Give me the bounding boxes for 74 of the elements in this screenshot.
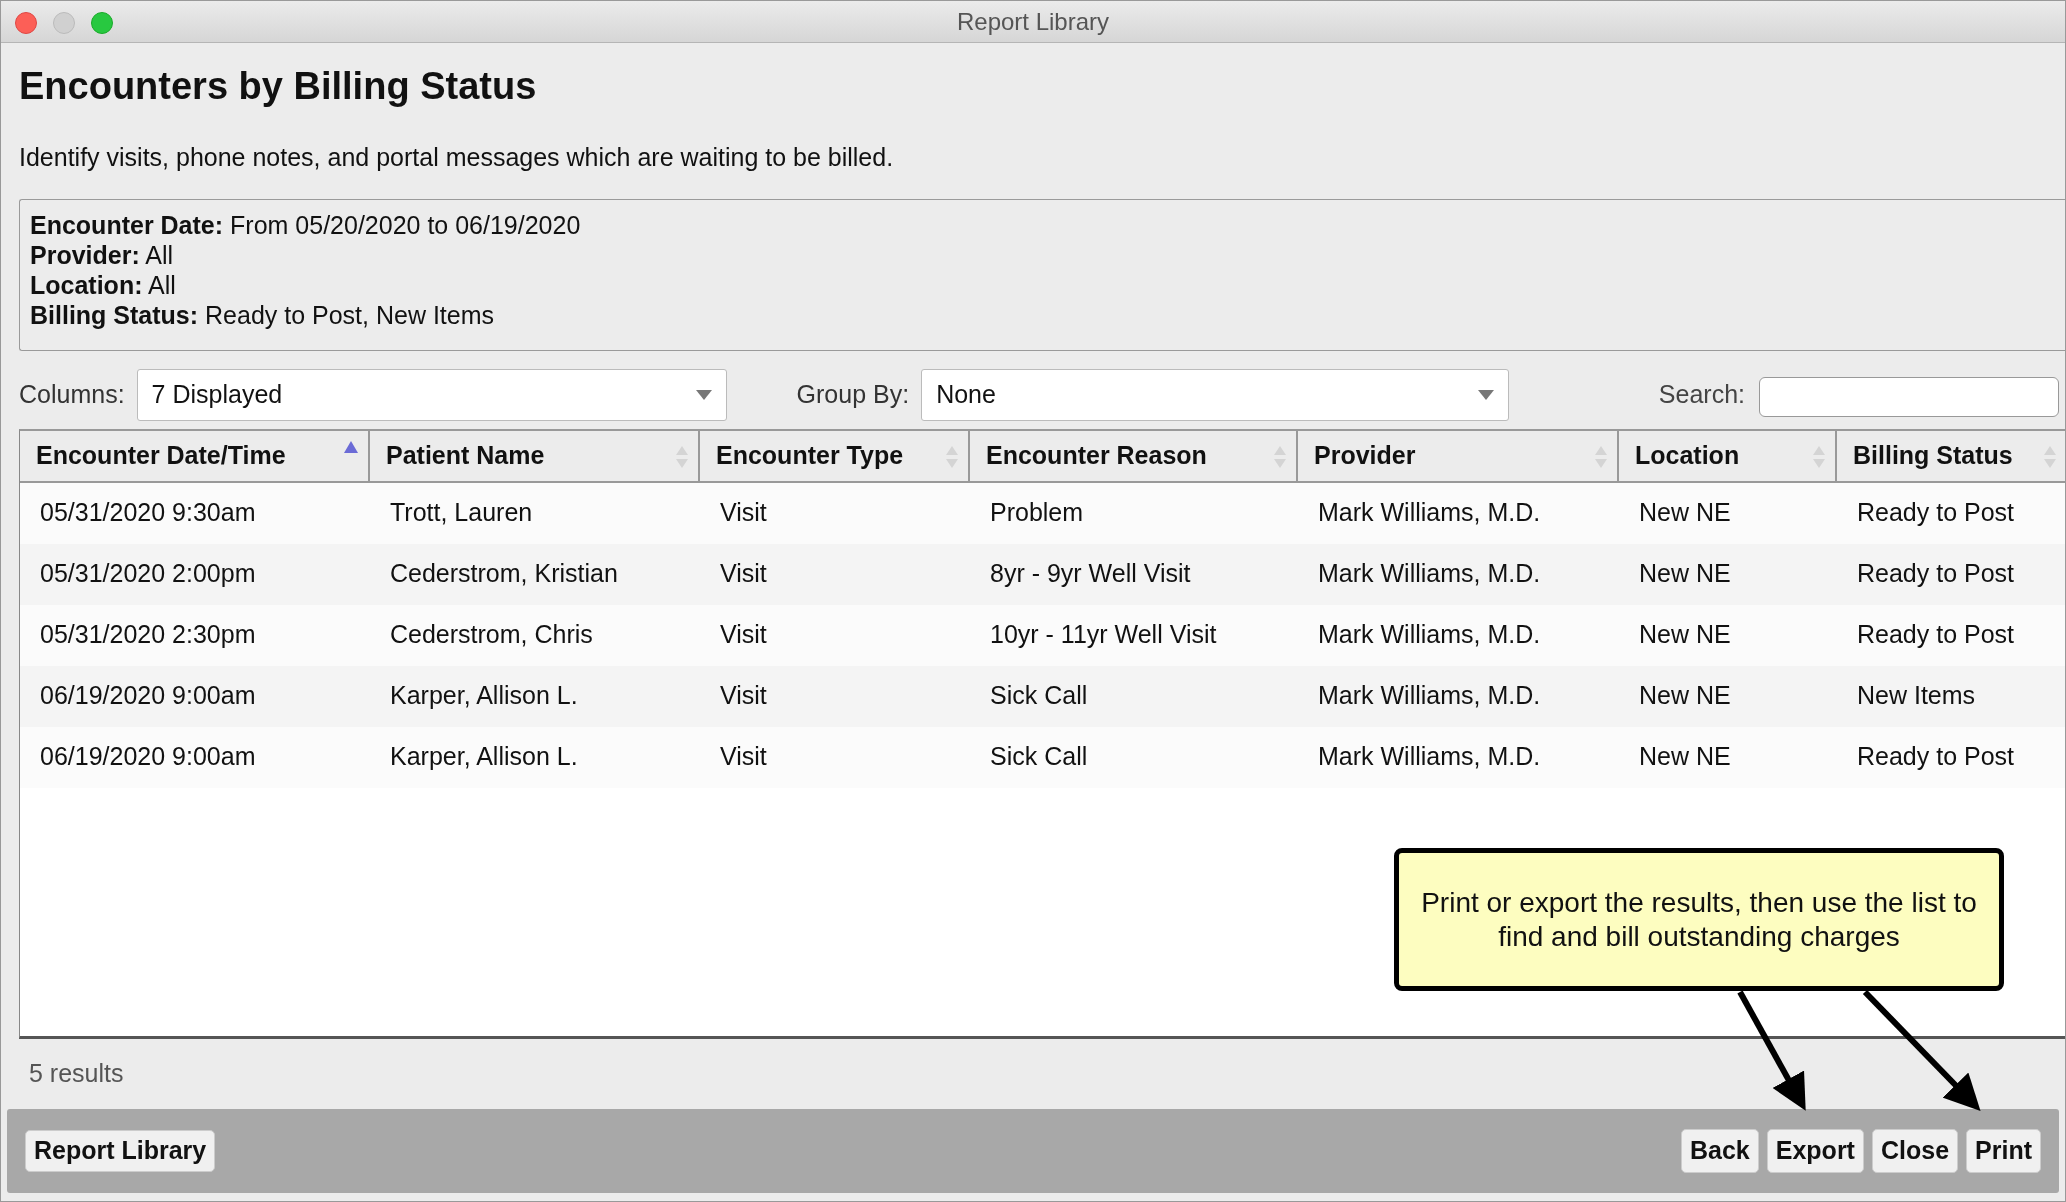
- report-title: Encounters by Billing Status: [19, 67, 537, 105]
- filter-line: Location: All: [30, 269, 176, 300]
- callout-note: Print or export the results, then use the list to find and bill outstanding charges: [1394, 848, 2004, 991]
- sort-icon: [1274, 445, 1286, 468]
- column-header[interactable]: Encounter Date/Time: [20, 430, 370, 481]
- table-cell-text: New NE: [1638, 558, 1732, 590]
- table-cell-text: 06/19/2020 9:00am: [39, 741, 257, 773]
- sort-icon: [1595, 445, 1607, 468]
- dropdown-caret-icon: [1478, 389, 1495, 400]
- table-cell-text: Trott, Lauren: [389, 497, 534, 529]
- table-cell-text: Ready to Post: [1856, 558, 2016, 590]
- footer-button[interactable]: Print: [1966, 1129, 2041, 1173]
- table-cell-text: 06/19/2020 9:00am: [39, 680, 257, 712]
- column-header[interactable]: Patient Name: [370, 430, 700, 481]
- table-cell-text: Visit: [719, 619, 768, 651]
- footer-button[interactable]: Export: [1766, 1129, 1864, 1173]
- column-header[interactable]: Location: [1619, 430, 1837, 481]
- report-description: Identify visits, phone notes, and portal messages which are waiting to be billed.: [19, 142, 894, 173]
- close-window-icon[interactable]: [15, 12, 37, 34]
- table-cell-text: Ready to Post: [1856, 497, 2016, 529]
- sort-icon: [676, 445, 688, 468]
- table-cell-text: Problem: [989, 497, 1085, 529]
- result-count: 5 results: [29, 1058, 124, 1090]
- table-cell-text: Mark Williams, M.D.: [1317, 619, 1542, 651]
- table-cell-text: Ready to Post: [1856, 619, 2016, 651]
- filter-line: Provider: All: [30, 239, 174, 270]
- table-cell-text: Cederstrom, Kristian: [389, 558, 619, 590]
- table-cell-text: Visit: [719, 680, 768, 712]
- table-cell-text: Ready to Post: [1856, 741, 2016, 773]
- search-field[interactable]: [1759, 376, 2059, 417]
- search-label: Search:: [1658, 378, 1745, 410]
- columns-dropdown[interactable]: 7 Displayed: [136, 368, 727, 421]
- table-cell-text: Mark Williams, M.D.: [1317, 741, 1542, 773]
- table-cell-text: 05/31/2020 2:30pm: [39, 619, 257, 651]
- table-cell-text: Mark Williams, M.D.: [1317, 558, 1542, 590]
- sort-icon: [946, 445, 958, 468]
- group-by-dropdown[interactable]: None: [921, 368, 1510, 421]
- columns-label: Columns:: [19, 378, 125, 410]
- sort-icon: [1813, 445, 1825, 468]
- table-cell-text: Mark Williams, M.D.: [1317, 680, 1542, 712]
- table-cell-text: Visit: [719, 558, 768, 590]
- table-cell-text: New NE: [1638, 680, 1732, 712]
- minimize-window-icon[interactable]: [53, 12, 75, 34]
- footer-button[interactable]: Close: [1871, 1129, 1959, 1173]
- table-cell-text: New Items: [1856, 680, 1977, 712]
- table-cell-text: New NE: [1638, 497, 1732, 529]
- table-cell-text: New NE: [1638, 741, 1732, 773]
- maximize-window-icon[interactable]: [91, 12, 113, 34]
- table-cell-text: Visit: [719, 741, 768, 773]
- table-cell-text: Karper, Allison L.: [389, 741, 579, 773]
- group-by-label: Group By:: [796, 378, 910, 410]
- column-header[interactable]: Billing Status: [1837, 430, 2066, 481]
- table-cell-text: 10yr - 11yr Well Visit: [989, 619, 1218, 651]
- table-cell-text: 8yr - 9yr Well Visit: [989, 558, 1192, 590]
- table-cell-text: Mark Williams, M.D.: [1317, 497, 1542, 529]
- filter-line: Billing Status: Ready to Post, New Items: [30, 299, 495, 330]
- table-cell-text: Sick Call: [989, 680, 1089, 712]
- filter-line: Encounter Date: From 05/20/2020 to 06/19/2020: [30, 209, 581, 240]
- table-cell-text: 05/31/2020 2:00pm: [39, 558, 257, 590]
- table-cell-text: Cederstrom, Chris: [389, 619, 594, 651]
- table-cell-text: Sick Call: [989, 741, 1089, 773]
- footer-button[interactable]: Back: [1681, 1129, 1759, 1173]
- column-header[interactable]: Encounter Type: [700, 430, 970, 481]
- report-library-button[interactable]: Report Library: [25, 1130, 216, 1172]
- table-cell-text: Karper, Allison L.: [389, 680, 579, 712]
- window-title: Report Library: [956, 6, 1110, 37]
- table-cell-text: 05/31/2020 9:30am: [39, 497, 257, 529]
- dropdown-caret-icon: [695, 389, 712, 400]
- column-header[interactable]: Provider: [1298, 430, 1619, 481]
- table-cell-text: New NE: [1638, 619, 1732, 651]
- column-header[interactable]: Encounter Reason: [970, 430, 1298, 481]
- table-cell-text: Visit: [719, 497, 768, 529]
- sort-ascending-icon: [344, 440, 358, 453]
- sort-icon: [2044, 445, 2056, 468]
